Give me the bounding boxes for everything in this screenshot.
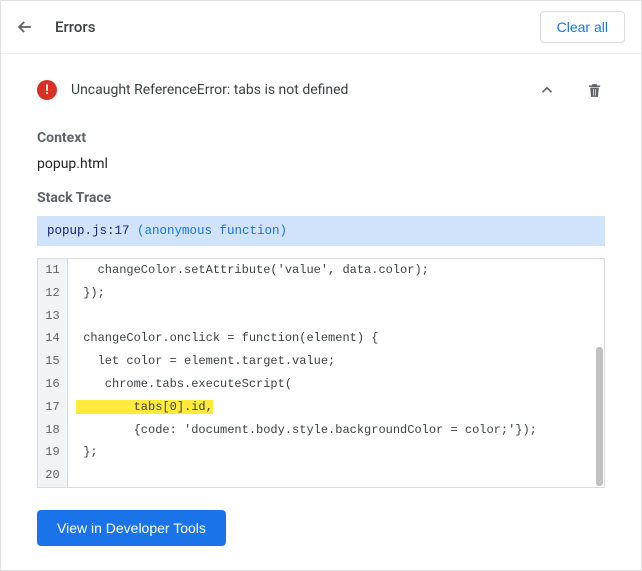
code-line: 14 changeColor.onclick = function(elemen… [38,327,604,350]
scrollbar[interactable] [596,347,603,486]
page-title: Errors [55,18,95,36]
line-number: 14 [38,327,68,350]
back-arrow-icon[interactable] [13,15,37,39]
code-text: changeColor.setAttribute('value', data.c… [68,259,604,282]
context-label: Context [37,130,605,146]
chevron-up-icon[interactable] [535,78,559,102]
line-number: 15 [38,350,68,373]
line-number: 12 [38,282,68,305]
code-text [68,305,604,328]
code-line: 19 }; [38,441,604,464]
context-value: popup.html [37,156,605,172]
code-text: let color = element.target.value; [68,350,604,373]
code-line: 20 [38,464,604,487]
line-number: 16 [38,373,68,396]
code-line: 16 chrome.tabs.executeScript( [38,373,604,396]
code-text: changeColor.onclick = function(element) … [68,327,604,350]
stack-fn: (anonymous function) [130,224,288,238]
error-icon: ! [37,80,57,100]
code-line: 18 {code: 'document.body.style.backgroun… [38,419,604,442]
code-text [68,464,604,487]
line-number: 18 [38,419,68,442]
code-text: {code: 'document.body.style.backgroundCo… [68,419,604,442]
code-line: 15 let color = element.target.value; [38,350,604,373]
error-message: Uncaught ReferenceError: tabs is not def… [71,82,521,98]
code-text: }; [68,441,604,464]
line-number: 11 [38,259,68,282]
line-number: 20 [38,464,68,487]
code-text: chrome.tabs.executeScript( [68,373,604,396]
stack-frame[interactable]: popup.js:17 (anonymous function) [37,216,605,246]
line-number: 13 [38,305,68,328]
stack-trace-label: Stack Trace [37,190,605,206]
stack-file: popup.js:17 [47,224,130,238]
code-text: }); [68,282,604,305]
code-text: tabs[0].id, [68,396,604,419]
line-number: 17 [38,396,68,419]
line-number: 19 [38,441,68,464]
clear-all-button[interactable]: Clear all [540,11,625,43]
code-line: 12 }); [38,282,604,305]
error-item: ! Uncaught ReferenceError: tabs is not d… [37,74,605,120]
delete-icon[interactable] [583,79,605,101]
code-line: 17 tabs[0].id, [38,396,604,419]
code-line: 11 changeColor.setAttribute('value', dat… [38,259,604,282]
code-line: 13 [38,305,604,328]
view-devtools-button[interactable]: View in Developer Tools [37,510,226,546]
code-snippet: 11 changeColor.setAttribute('value', dat… [37,258,605,488]
